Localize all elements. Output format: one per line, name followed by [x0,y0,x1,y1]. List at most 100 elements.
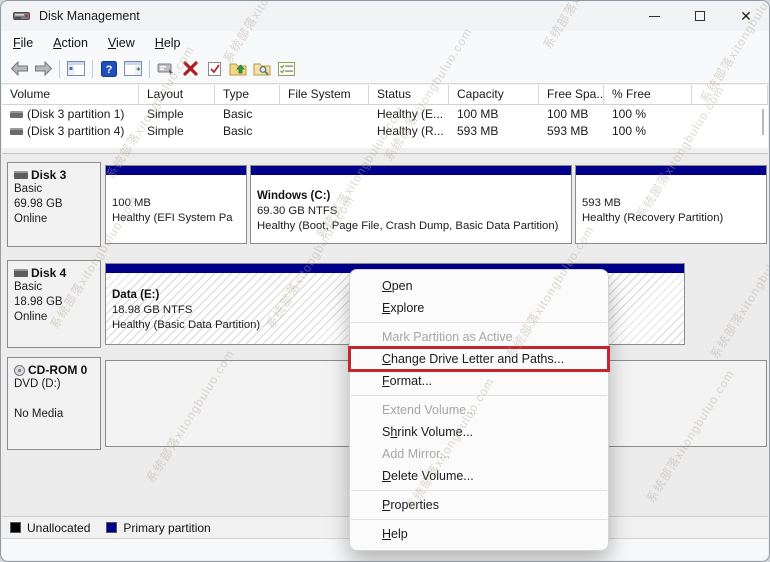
cell-type: Basic [215,124,280,138]
partition-line: Healthy (Boot, Page File, Crash Dump, Ba… [257,219,569,234]
disk-panel-cd-rom-0[interactable]: CD-ROM 0DVD (D:) No Media [7,357,101,450]
cell-volume: (Disk 3 partition 1) [2,107,139,121]
menu-item-shrink-volume[interactable]: Shrink Volume... [350,421,608,443]
disk-name-label: Disk 4 [31,266,66,280]
menu-separator [351,395,607,396]
maximize-icon [695,11,705,21]
cell-capacity: 100 MB [449,107,539,121]
show-console-tree-icon [67,61,85,76]
folder-up-button[interactable] [226,57,250,81]
column-header-status[interactable]: Status [369,85,449,104]
folder-search-button[interactable] [250,57,274,81]
minimize-button[interactable] [631,1,677,31]
disk-name: Disk 3 [14,168,96,182]
menubar-item-view[interactable]: View [98,34,145,52]
legend-label: Primary partition [123,521,210,535]
legend-item-primary-partition: Primary partition [106,521,210,535]
partition-text: 100 MBHealthy (EFI System Pa [106,177,246,226]
column-header-free-spa[interactable]: Free Spa... [539,85,604,104]
partition-status-bar [106,166,246,175]
cell-layout: Simple [139,124,215,138]
disk-strip-disk-3: 100 MBHealthy (EFI System PaWindows (C:)… [105,162,767,247]
column-header-type[interactable]: Type [215,85,280,104]
menubar-item-help[interactable]: Help [145,34,191,52]
properties-list-icon [278,62,295,76]
disk-info-line: 18.98 GB [14,295,96,310]
partition-line: 593 MB [582,196,764,211]
delete-icon [183,61,198,76]
screen-pointer-button[interactable] [154,57,178,81]
disk-panel-disk-4[interactable]: Disk 4Basic18.98 GBOnline [7,260,101,348]
cell-free_space: 593 MB [539,124,604,138]
cell-layout: Simple [139,107,215,121]
partition-windows-c[interactable]: Windows (C:)69.30 GB NTFSHealthy (Boot, … [250,165,572,244]
column-header-file-system[interactable]: File System [280,85,369,104]
partition-status-bar [251,166,571,175]
menu-item-change-drive-letter-and-paths[interactable]: Change Drive Letter and Paths... [350,348,608,370]
toolbar-separator [59,60,60,78]
toolbar-separator [92,60,93,78]
menu-separator [351,322,607,323]
check-document-button[interactable] [202,57,226,81]
partition-status-bar [576,166,766,175]
vertical-scrollbar[interactable] [762,109,764,135]
column-header-volume[interactable]: Volume [2,85,139,104]
partition-line: Healthy (EFI System Pa [112,211,244,226]
partition-line: 69.30 GB NTFS [257,204,569,219]
menu-item-delete-volume[interactable]: Delete Volume... [350,465,608,487]
cell-type: Basic [215,107,280,121]
show-action-pane-icon [124,61,142,76]
partition-title: Windows (C:) [257,189,569,204]
menubar-item-action[interactable]: Action [43,34,98,52]
screen-pointer-icon [157,62,175,75]
cell-free_space: 100 MB [539,107,604,121]
menu-separator [351,519,607,520]
disk-panel-disk-3[interactable]: Disk 3Basic69.98 GBOnline [7,162,101,247]
partition-100-mb[interactable]: 100 MBHealthy (EFI System Pa [105,165,247,244]
legend-label: Unallocated [27,521,90,535]
show-action-pane-button[interactable] [121,57,145,81]
menu-item-mark-partition-as-active: Mark Partition as Active [350,326,608,348]
disk-info-line: Online [14,310,96,325]
menu-item-open[interactable]: Open [350,275,608,297]
svg-text:?: ? [106,64,113,76]
disk-name-label: Disk 3 [31,168,66,182]
partition-line: Healthy (Recovery Partition) [582,211,764,226]
menu-item-format[interactable]: Format... [350,370,608,392]
disk-info-line: Online [14,212,96,227]
disk-drive-icon [14,171,28,179]
disk-name: Disk 4 [14,266,96,280]
help-icon: ? [101,61,117,77]
column-header-free[interactable]: % Free [604,85,692,104]
column-header-filler [692,85,768,104]
table-row[interactable]: (Disk 3 partition 4)SimpleBasicHealthy (… [2,122,768,139]
legend-swatch [10,522,21,533]
partition-text: 593 MBHealthy (Recovery Partition) [576,177,766,226]
maximize-button[interactable] [677,1,723,31]
menubar-item-file[interactable]: File [3,34,43,52]
disk-drive-icon [14,269,28,277]
menu-item-properties[interactable]: Properties [350,494,608,516]
help-button[interactable]: ? [97,57,121,81]
show-console-tree-button[interactable] [64,57,88,81]
back-button[interactable] [7,57,31,81]
menu-item-help[interactable]: Help [350,523,608,545]
column-header-layout[interactable]: Layout [139,85,215,104]
cell-pct_free: 100 % [604,124,692,138]
legend-swatch [106,522,117,533]
volume-icon [10,128,23,135]
disk-info-line: DVD (D:) [14,377,96,392]
disk-management-app-icon [13,9,30,23]
disk-info-line: 69.98 GB [14,197,96,212]
volume-list: VolumeLayoutTypeFile SystemStatusCapacit… [2,85,768,148]
forward-button[interactable] [31,57,55,81]
delete-button[interactable] [178,57,202,81]
table-row[interactable]: (Disk 3 partition 1)SimpleBasicHealthy (… [2,105,768,122]
properties-list-button[interactable] [274,57,298,81]
partition-593-mb[interactable]: 593 MBHealthy (Recovery Partition) [575,165,767,244]
menu-item-explore[interactable]: Explore [350,297,608,319]
close-button[interactable]: ✕ [723,1,769,31]
title-bar: Disk Management ✕ [1,1,769,31]
cell-status: Healthy (R... [369,124,449,138]
column-header-capacity[interactable]: Capacity [449,85,539,104]
